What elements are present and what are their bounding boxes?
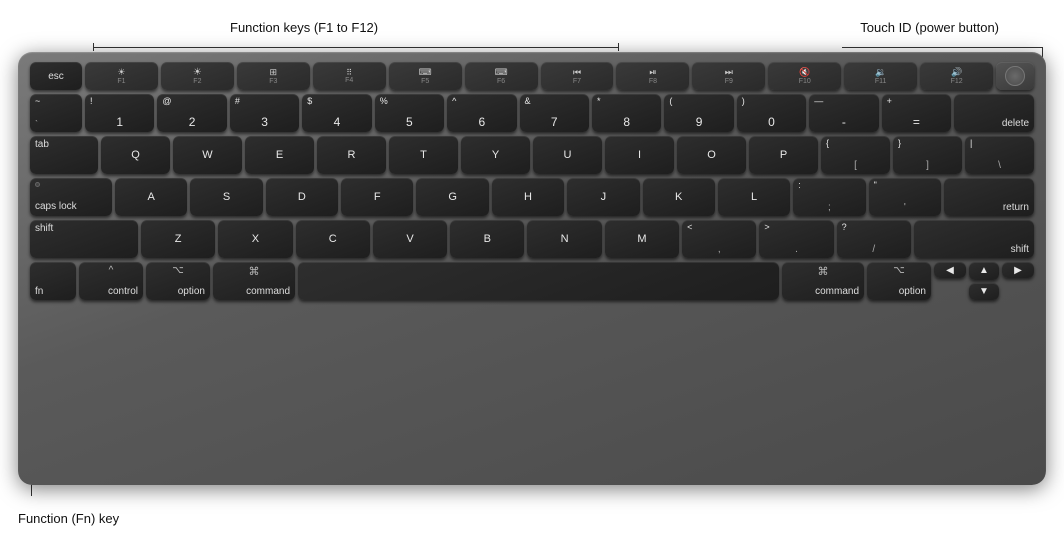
key-arrow-left[interactable]: ◀ (934, 262, 966, 278)
caps-lock-indicator (35, 182, 40, 187)
key-f1[interactable]: ☀ F1 (85, 62, 158, 90)
key-9[interactable]: ( 9 (664, 94, 733, 132)
key-q[interactable]: Q (101, 136, 170, 174)
key-i[interactable]: I (605, 136, 674, 174)
key-control[interactable]: ^ control (79, 262, 143, 300)
key-o[interactable]: O (677, 136, 746, 174)
key-a[interactable]: A (115, 178, 187, 216)
arrow-up-down: ▲ ▼ (969, 262, 999, 300)
arrow-top-row: ◀ ▲ ▼ ▶ (934, 262, 1034, 300)
key-s[interactable]: S (190, 178, 262, 216)
key-shift-left[interactable]: shift (30, 220, 138, 258)
key-5[interactable]: % 5 (375, 94, 444, 132)
key-8[interactable]: * 8 (592, 94, 661, 132)
key-1[interactable]: ! 1 (85, 94, 154, 132)
key-comma[interactable]: < , (682, 220, 756, 258)
key-f9[interactable]: ⏭ F9 (692, 62, 765, 90)
key-f5[interactable]: ⌨ F5 (389, 62, 462, 90)
key-7[interactable]: & 7 (520, 94, 589, 132)
key-v[interactable]: V (373, 220, 447, 258)
key-3[interactable]: # 3 (230, 94, 299, 132)
touchid-label: Touch ID (power button) (860, 20, 999, 35)
bottom-row: fn ^ control ⌥ option ⌘ command ⌘ comm (30, 262, 1034, 300)
key-x[interactable]: X (218, 220, 292, 258)
key-d[interactable]: D (266, 178, 338, 216)
key-f10[interactable]: 🔇 F10 (768, 62, 841, 90)
key-m[interactable]: M (605, 220, 679, 258)
key-f2[interactable]: ☀ F2 (161, 62, 234, 90)
key-b[interactable]: B (450, 220, 524, 258)
key-quote[interactable]: " ' (869, 178, 941, 216)
qwerty-row: tab Q W E R T Y U I O P { [ } ] | (30, 136, 1034, 174)
key-left-bracket[interactable]: { [ (821, 136, 890, 174)
key-fn[interactable]: fn (30, 262, 76, 300)
key-equals[interactable]: + = (882, 94, 951, 132)
key-caps-lock[interactable]: caps lock (30, 178, 112, 216)
key-shift-right[interactable]: shift (914, 220, 1034, 258)
fn-keys-line-left (93, 43, 94, 51)
key-return[interactable]: return (944, 178, 1034, 216)
key-c[interactable]: C (296, 220, 370, 258)
key-right-bracket[interactable]: } ] (893, 136, 962, 174)
key-h[interactable]: H (492, 178, 564, 216)
key-esc[interactable]: esc (30, 62, 82, 90)
key-r[interactable]: R (317, 136, 386, 174)
asdf-row: caps lock A S D F G H J K L : ; " ' retu… (30, 178, 1034, 216)
key-backslash[interactable]: | \ (965, 136, 1034, 174)
key-t[interactable]: T (389, 136, 458, 174)
key-z[interactable]: Z (141, 220, 215, 258)
key-2[interactable]: @ 2 (157, 94, 226, 132)
key-p[interactable]: P (749, 136, 818, 174)
fn-keys-label: Function keys (F1 to F12) (230, 20, 378, 35)
arrow-cluster: ◀ ▲ ▼ ▶ (934, 262, 1034, 300)
fn-keys-line (93, 47, 618, 48)
key-option-left[interactable]: ⌥ option (146, 262, 210, 300)
key-delete[interactable]: delete (954, 94, 1034, 132)
key-tab[interactable]: tab (30, 136, 98, 174)
key-n[interactable]: N (527, 220, 601, 258)
key-g[interactable]: G (416, 178, 488, 216)
fn-row: esc ☀ F1 ☀ F2 ⊞ F3 ⠿ F4 (30, 62, 1034, 90)
key-k[interactable]: K (643, 178, 715, 216)
key-arrow-up[interactable]: ▲ (969, 262, 999, 280)
key-w[interactable]: W (173, 136, 242, 174)
key-f6[interactable]: ⌨ F6 (465, 62, 538, 90)
key-space[interactable] (298, 262, 779, 300)
key-l[interactable]: L (718, 178, 790, 216)
key-arrow-down[interactable]: ▼ (969, 283, 999, 301)
key-f12[interactable]: 🔊 F12 (920, 62, 993, 90)
fn-keys-line-right (618, 43, 619, 51)
key-command-right[interactable]: ⌘ command (782, 262, 864, 300)
key-option-right[interactable]: ⌥ option (867, 262, 931, 300)
touchid-circle (1005, 66, 1025, 86)
key-y[interactable]: Y (461, 136, 530, 174)
key-f7[interactable]: ⏮ F7 (541, 62, 614, 90)
key-0[interactable]: ) 0 (737, 94, 806, 132)
key-minus[interactable]: — - (809, 94, 878, 132)
key-slash[interactable]: ? / (837, 220, 911, 258)
key-touchid[interactable] (996, 62, 1034, 90)
key-4[interactable]: $ 4 (302, 94, 371, 132)
key-backtick[interactable]: ~ ` (30, 94, 82, 132)
zxcv-row: shift Z X C V B N M < , > . ? / (30, 220, 1034, 258)
touchid-hline (842, 47, 1042, 48)
keyboard: esc ☀ F1 ☀ F2 ⊞ F3 ⠿ F4 (18, 52, 1046, 485)
key-u[interactable]: U (533, 136, 602, 174)
key-f8[interactable]: ⏯ F8 (616, 62, 689, 90)
key-semicolon[interactable]: : ; (793, 178, 865, 216)
key-f4[interactable]: ⠿ F4 (313, 62, 386, 90)
key-command-left[interactable]: ⌘ command (213, 262, 295, 300)
key-j[interactable]: J (567, 178, 639, 216)
number-row: ~ ` ! 1 @ 2 # 3 $ 4 (30, 94, 1034, 132)
key-e[interactable]: E (245, 136, 314, 174)
key-6[interactable]: ^ 6 (447, 94, 516, 132)
fn-key-label: Function (Fn) key (18, 511, 119, 526)
key-f11[interactable]: 🔉 F11 (844, 62, 917, 90)
key-arrow-right[interactable]: ▶ (1002, 262, 1034, 278)
key-f[interactable]: F (341, 178, 413, 216)
key-f3[interactable]: ⊞ F3 (237, 62, 310, 90)
key-period[interactable]: > . (759, 220, 833, 258)
